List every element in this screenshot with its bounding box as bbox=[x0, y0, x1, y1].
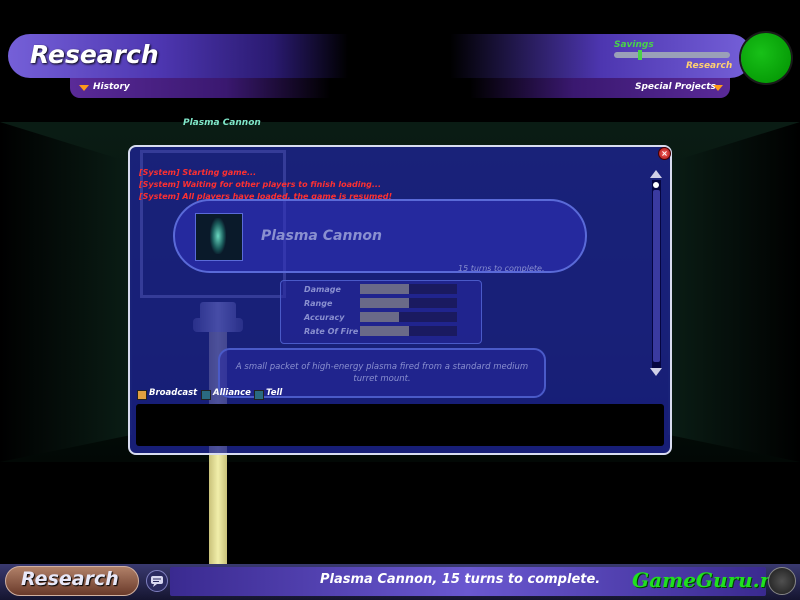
special-projects-tab-label: Special Projects bbox=[635, 82, 716, 92]
stat-bar bbox=[360, 298, 457, 308]
scroll-down-arrow-icon[interactable] bbox=[650, 368, 662, 376]
research-slider-label: Research bbox=[686, 61, 733, 71]
stat-bar-fill bbox=[360, 326, 409, 336]
stat-label: Accuracy bbox=[304, 313, 345, 322]
history-tab-label: History bbox=[93, 82, 130, 92]
chat-scrollbar-thumb[interactable] bbox=[653, 190, 660, 362]
close-icon[interactable]: × bbox=[658, 147, 671, 160]
alliance-checkbox[interactable] bbox=[201, 390, 211, 400]
stat-label: Rate Of Fire bbox=[304, 327, 359, 336]
status-message: Plasma Cannon, 15 turns to complete. bbox=[320, 572, 601, 587]
research-button-label: Research bbox=[21, 568, 119, 590]
chevron-down-icon bbox=[79, 85, 89, 91]
channel-broadcast[interactable]: Broadcast bbox=[149, 388, 197, 398]
history-tab[interactable]: History bbox=[70, 78, 330, 98]
stat-bar bbox=[360, 326, 457, 336]
stat-bar bbox=[360, 284, 457, 294]
left-wall bbox=[0, 122, 132, 462]
status-orb[interactable] bbox=[741, 33, 791, 83]
stat-label: Damage bbox=[304, 285, 341, 294]
turns-to-complete: 15 turns to complete. bbox=[458, 264, 545, 273]
chat-bubble-icon bbox=[151, 576, 163, 587]
end-turn-button[interactable] bbox=[768, 567, 796, 595]
chevron-down-icon bbox=[713, 85, 723, 91]
broadcast-checkbox[interactable] bbox=[137, 390, 147, 400]
stat-bar-fill bbox=[360, 298, 409, 308]
slider-handle[interactable] bbox=[637, 50, 642, 60]
page-title: Research bbox=[30, 40, 159, 69]
plasma-icon bbox=[210, 218, 226, 254]
watermark-logo: GameGuru.ru bbox=[632, 568, 785, 592]
stat-bar-fill bbox=[360, 284, 409, 294]
savings-label: Savings bbox=[614, 40, 654, 50]
savings-research-slider[interactable] bbox=[614, 52, 730, 58]
channel-alliance[interactable]: Alliance bbox=[213, 388, 251, 398]
item-name: Plasma Cannon bbox=[261, 228, 382, 244]
stat-bar bbox=[360, 312, 457, 322]
tell-checkbox[interactable] bbox=[254, 390, 264, 400]
channel-tell[interactable]: Tell bbox=[266, 388, 282, 398]
chat-message: [System] Starting game... bbox=[139, 168, 257, 177]
special-projects-tab[interactable]: Special Projects bbox=[470, 78, 730, 98]
right-wall bbox=[668, 122, 800, 462]
chat-input[interactable] bbox=[136, 404, 664, 446]
stat-bar-fill bbox=[360, 312, 399, 322]
stat-label: Range bbox=[304, 299, 333, 308]
scroll-position-icon bbox=[653, 182, 659, 188]
chat-toggle-button[interactable] bbox=[146, 570, 168, 592]
item-description: A small packet of high-energy plasma fir… bbox=[235, 362, 529, 384]
selected-weapon-label: Plasma Cannon bbox=[183, 118, 261, 128]
scroll-up-arrow-icon[interactable] bbox=[650, 170, 662, 178]
chat-message: [System] Waiting for other players to fi… bbox=[139, 180, 381, 189]
